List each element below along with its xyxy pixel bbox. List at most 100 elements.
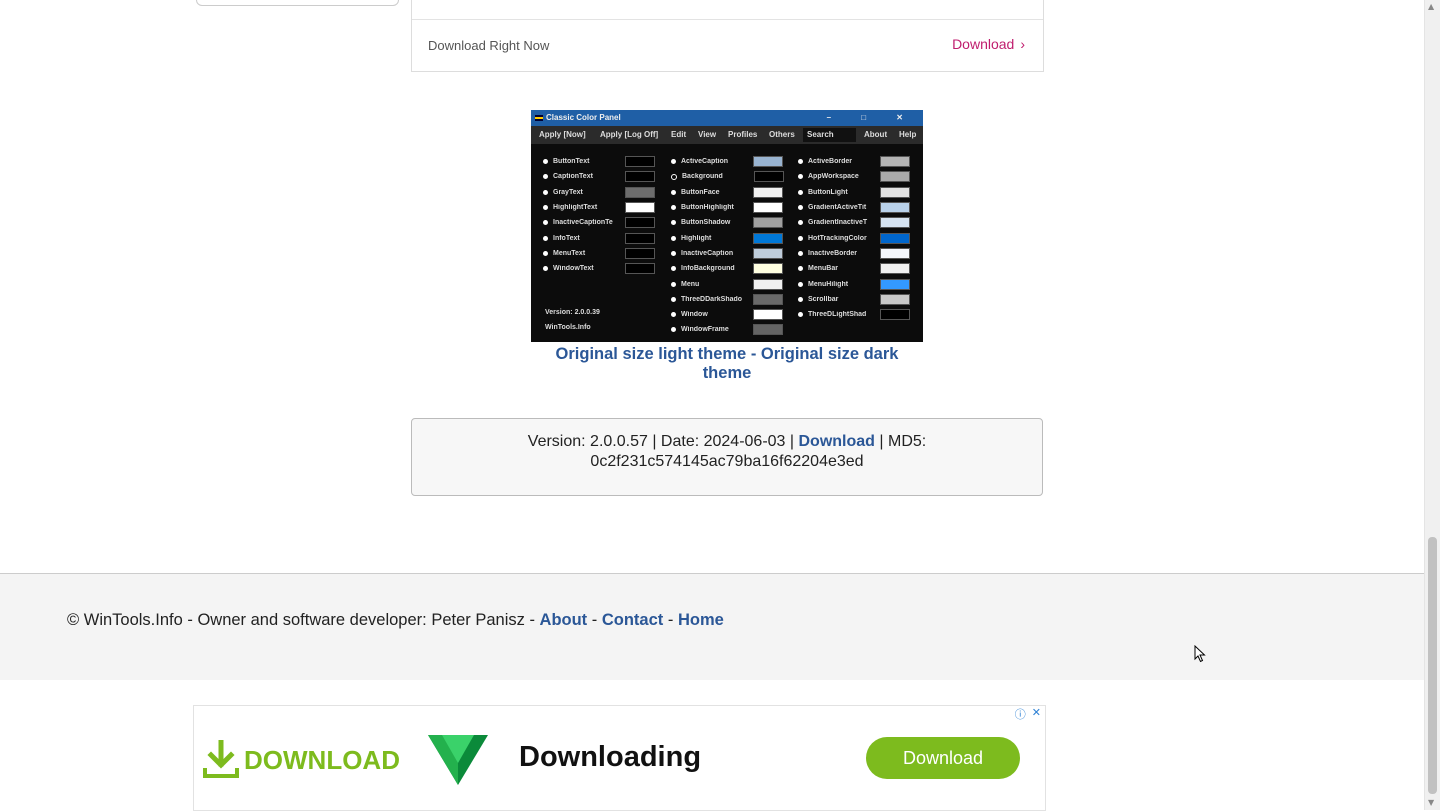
ad-download-logo: DOWNLOAD <box>202 740 400 780</box>
page: Download Right Now Download › Classic Co… <box>0 0 1425 811</box>
ad-triangle-logo-icon <box>428 735 488 785</box>
color-row: WindowText <box>543 261 655 276</box>
color-swatch <box>880 171 910 183</box>
color-row: AppWorkspace <box>798 169 910 184</box>
ad-download-label: Download <box>952 36 1015 52</box>
radio-dot-icon <box>798 250 803 256</box>
ad-download-button[interactable]: Download <box>866 737 1020 779</box>
color-name: HotTrackingColor <box>808 234 867 242</box>
radio-dot-icon <box>798 220 803 226</box>
color-name: CaptionText <box>553 173 593 181</box>
caption-separator: - <box>746 345 761 363</box>
footer: © WinTools.Info - Owner and software dev… <box>0 573 1425 680</box>
footer-contact-link[interactable]: Contact <box>602 611 663 629</box>
color-swatch <box>880 202 910 214</box>
color-swatch <box>880 217 910 229</box>
color-row: Scrollbar <box>798 292 910 307</box>
color-swatch <box>880 309 910 321</box>
radio-dot-icon <box>798 235 803 241</box>
radio-dot-icon <box>543 266 548 272</box>
mouse-cursor-icon <box>1194 645 1206 663</box>
footer-about-link[interactable]: About <box>540 611 588 629</box>
screenshot-menubar: Apply [Now] Apply [Log Off] Edit View Pr… <box>531 126 923 144</box>
scroll-up-icon[interactable]: ▲ <box>1428 2 1434 11</box>
color-swatch <box>625 202 655 214</box>
color-row: GradientInactiveT <box>798 215 910 230</box>
light-theme-link[interactable]: Original size light theme <box>556 345 747 363</box>
ad-download-word: DOWNLOAD <box>244 744 400 775</box>
radio-dot-icon <box>671 173 677 180</box>
color-swatch <box>625 247 655 259</box>
color-name: Background <box>682 173 723 181</box>
color-row: CaptionText <box>543 169 655 184</box>
bottom-ad-banner[interactable]: DOWNLOAD Downloading Download ⓘ ✕ <box>193 705 1046 811</box>
color-swatch <box>753 293 783 305</box>
color-name: ButtonShadow <box>681 219 731 227</box>
md5-label: | MD5: <box>874 433 927 450</box>
app-screenshot[interactable]: Classic Color Panel – □ ✕ Apply [Now] Ap… <box>531 110 923 342</box>
vertical-scrollbar[interactable]: ▲ ▼ <box>1424 0 1440 810</box>
color-name: ButtonHighlight <box>681 204 734 212</box>
color-swatch <box>625 217 655 229</box>
footer-sep: - <box>663 611 678 629</box>
ad-info-icon[interactable]: ⓘ <box>1015 706 1026 722</box>
color-name: ButtonText <box>553 158 590 166</box>
version-info: Version: 2.0.0.57 | Date: 2024-06-03 | <box>527 433 799 450</box>
radio-dot-icon <box>798 296 803 302</box>
color-row: GradientActiveTit <box>798 200 910 215</box>
color-swatch <box>753 186 783 198</box>
color-name: HighlightText <box>553 204 598 212</box>
scrollbar-thumb[interactable] <box>1428 537 1437 794</box>
radio-dot-icon <box>671 159 676 165</box>
ad-download-link[interactable]: Download › <box>952 36 1025 52</box>
color-name: AppWorkspace <box>808 173 859 181</box>
download-link[interactable]: Download <box>799 433 875 450</box>
menu-search: Search <box>803 128 856 142</box>
menu-item: Apply [Log Off] <box>600 130 659 139</box>
color-row: Highlight <box>671 230 784 245</box>
color-swatch <box>880 247 910 259</box>
screenshot-version: Version: 2.0.0.39 <box>545 309 600 316</box>
top-ad-box: Download Right Now Download › <box>411 0 1044 72</box>
color-row: Window <box>671 307 784 322</box>
color-name: GradientActiveTit <box>808 204 867 212</box>
color-row: ButtonShadow <box>671 215 784 230</box>
color-swatch <box>880 278 910 290</box>
color-column-2: ActiveCaption Background ButtonFace ButtonH… <box>671 154 784 338</box>
color-row: GrayText <box>543 185 655 200</box>
footer-home-link[interactable]: Home <box>678 611 724 629</box>
window-controls: – □ ✕ <box>826 113 917 122</box>
color-name: InactiveCaptionTe <box>553 219 613 227</box>
color-column-3: ActiveBorder AppWorkspace ButtonLight Gradi… <box>798 154 910 322</box>
radio-dot-icon <box>671 296 676 302</box>
color-name: GradientInactiveT <box>808 219 868 227</box>
download-arrow-icon <box>203 740 239 778</box>
radio-dot-icon <box>798 266 803 272</box>
ad-text: Download Right Now <box>428 38 550 53</box>
color-swatch <box>753 217 783 229</box>
color-row: MenuText <box>543 246 655 261</box>
color-row: WindowFrame <box>671 322 784 337</box>
color-swatch <box>625 263 655 275</box>
color-swatch <box>625 156 655 168</box>
scroll-down-icon[interactable]: ▼ <box>1428 798 1434 807</box>
color-swatch <box>880 293 910 305</box>
color-row: ButtonFace <box>671 185 784 200</box>
color-row: InactiveCaptionTe <box>543 215 655 230</box>
color-swatch <box>753 324 783 336</box>
screenshot-title: Classic Color Panel <box>546 113 621 122</box>
radio-dot-icon <box>671 281 676 287</box>
screenshot-caption: Original size light theme - Original siz… <box>531 345 923 383</box>
color-name: MenuText <box>553 249 586 257</box>
ad-close-icon[interactable]: ✕ <box>1032 706 1041 722</box>
radio-dot-icon <box>543 220 548 226</box>
color-row: InfoBackground <box>671 261 784 276</box>
color-swatch <box>880 156 910 168</box>
color-swatch <box>753 247 783 259</box>
copyright: © WinTools.Info - Owner and software dev… <box>67 611 540 629</box>
menu-item: Edit <box>671 130 687 139</box>
menu-item: View <box>698 130 717 139</box>
color-name: ButtonFace <box>681 188 720 196</box>
color-swatch <box>625 171 655 183</box>
footer-text: © WinTools.Info - Owner and software dev… <box>67 611 724 630</box>
